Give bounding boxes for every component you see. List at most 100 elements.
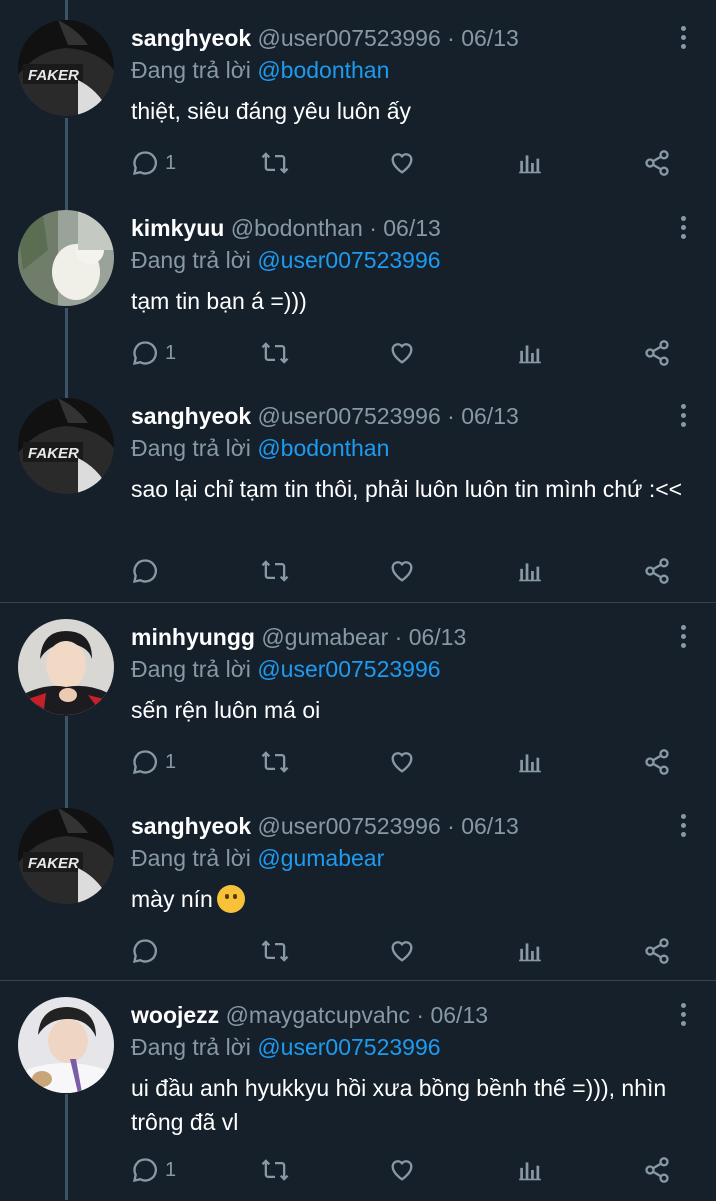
share-button[interactable] [643, 146, 671, 180]
retweet-button[interactable] [259, 934, 291, 968]
avatar[interactable] [18, 619, 114, 715]
reply-button[interactable]: 1 [131, 745, 176, 779]
reply-icon [132, 341, 157, 366]
retweet-button[interactable] [259, 336, 291, 370]
display-name[interactable]: woojezz [131, 1002, 219, 1028]
share-button[interactable] [643, 554, 671, 588]
retweet-button[interactable] [259, 146, 291, 180]
avatar[interactable]: FAKER [18, 398, 114, 494]
tweet-header: minhyungg @gumabear · 06/13 [131, 621, 466, 653]
more-options-icon[interactable] [680, 1003, 688, 1031]
avatar[interactable]: FAKER [18, 20, 114, 116]
separator-dot: · [447, 813, 455, 839]
analytics-icon [519, 345, 541, 364]
avatar[interactable]: FAKER [18, 808, 114, 904]
tweet-date[interactable]: 06/13 [430, 1002, 488, 1028]
display-name[interactable]: sanghyeok [131, 25, 251, 51]
analytics-button[interactable] [517, 745, 543, 779]
like-button[interactable] [387, 146, 417, 180]
tweet-header: kimkyuu @bodonthan · 06/13 [131, 212, 441, 244]
action-bar: 1 [131, 1153, 691, 1187]
share-button[interactable] [643, 1153, 671, 1187]
reply-button[interactable]: 1 [131, 146, 176, 180]
share-button[interactable] [643, 934, 671, 968]
user-handle[interactable]: @user007523996 [258, 403, 441, 429]
analytics-button[interactable] [517, 336, 543, 370]
tweet-text-content: ui đầu anh hyukkyu hồi xưa bồng bềnh thế… [131, 1075, 667, 1135]
user-handle[interactable]: @maygatcupvahc [226, 1002, 410, 1028]
display-name[interactable]: sanghyeok [131, 813, 251, 839]
tweet[interactable]: FAKER sanghyeok @user007523996 · 06/13 Đ… [0, 0, 716, 210]
tweet[interactable]: woojezz @maygatcupvahc · 06/13 Đang trả … [0, 980, 716, 1201]
display-name[interactable]: kimkyuu [131, 215, 224, 241]
tweet[interactable]: FAKER sanghyeok @user007523996 · 06/13 Đ… [0, 378, 716, 602]
retweet-icon [261, 1159, 289, 1181]
reply-button[interactable] [131, 554, 165, 588]
tweet-header: sanghyeok @user007523996 · 06/13 [131, 810, 519, 842]
replying-to-label: Đang trả lời [131, 845, 251, 871]
tweet-text-content: mày nín [131, 886, 213, 912]
replying-to: Đang trả lời @user007523996 [131, 1031, 441, 1063]
tweet-text-content: thiệt, siêu đáng yêu luôn ấy [131, 98, 412, 124]
display-name[interactable]: minhyungg [131, 624, 255, 650]
more-options-icon[interactable] [680, 625, 688, 653]
tweet[interactable]: FAKER sanghyeok @user007523996 · 06/13 Đ… [0, 788, 716, 980]
tweet[interactable]: minhyungg @gumabear · 06/13 Đang trả lời… [0, 602, 716, 791]
analytics-icon [519, 754, 541, 773]
action-bar [131, 554, 691, 588]
analytics-icon [519, 1162, 541, 1181]
analytics-button[interactable] [517, 934, 543, 968]
share-button[interactable] [643, 336, 671, 370]
analytics-button[interactable] [517, 146, 543, 180]
user-handle[interactable]: @user007523996 [258, 813, 441, 839]
reply-button[interactable] [131, 934, 165, 968]
tweet-header: woojezz @maygatcupvahc · 06/13 [131, 999, 488, 1031]
share-button[interactable] [643, 745, 671, 779]
reply-count: 1 [165, 341, 177, 364]
more-options-icon[interactable] [680, 26, 688, 54]
retweet-button[interactable] [259, 1153, 291, 1187]
analytics-button[interactable] [517, 554, 543, 588]
reply-mention-link[interactable]: @user007523996 [257, 1034, 440, 1060]
tweet-header: sanghyeok @user007523996 · 06/13 [131, 400, 519, 432]
tweet-date[interactable]: 06/13 [461, 813, 519, 839]
tweet-date[interactable]: 06/13 [383, 215, 441, 241]
share-icon [645, 150, 669, 176]
reply-button[interactable]: 1 [131, 336, 176, 370]
user-handle[interactable]: @bodonthan [231, 215, 363, 241]
like-button[interactable] [387, 745, 417, 779]
reply-icon [132, 1158, 157, 1183]
tweet-date[interactable]: 06/13 [461, 25, 519, 51]
reply-mention-link[interactable]: @bodonthan [257, 57, 389, 83]
like-button[interactable] [387, 554, 417, 588]
reply-button[interactable]: 1 [131, 1153, 176, 1187]
separator-dot: · [369, 215, 377, 241]
reply-mention-link[interactable]: @gumabear [257, 845, 384, 871]
tweet[interactable]: kimkyuu @bodonthan · 06/13 Đang trả lời … [0, 190, 716, 400]
tweet-text: sến rện luôn má oi [131, 693, 691, 727]
user-handle[interactable]: @user007523996 [258, 25, 441, 51]
reply-mention-link[interactable]: @bodonthan [257, 435, 389, 461]
more-options-icon[interactable] [680, 814, 688, 842]
avatar[interactable] [18, 210, 114, 306]
reply-mention-link[interactable]: @user007523996 [257, 247, 440, 273]
tweet-date[interactable]: 06/13 [461, 403, 519, 429]
analytics-button[interactable] [517, 1153, 543, 1187]
display-name[interactable]: sanghyeok [131, 403, 251, 429]
user-handle[interactable]: @gumabear [261, 624, 388, 650]
reply-count: 1 [165, 151, 177, 174]
like-button[interactable] [387, 336, 417, 370]
tweet-date[interactable]: 06/13 [409, 624, 467, 650]
analytics-icon [519, 943, 541, 962]
retweet-button[interactable] [259, 554, 291, 588]
reply-mention-link[interactable]: @user007523996 [257, 656, 440, 682]
share-icon [645, 749, 669, 775]
retweet-button[interactable] [259, 745, 291, 779]
like-button[interactable] [387, 1153, 417, 1187]
more-options-icon[interactable] [680, 404, 688, 432]
more-options-icon[interactable] [680, 216, 688, 244]
heart-icon [391, 941, 413, 962]
avatar[interactable] [18, 997, 114, 1093]
action-bar: 1 [131, 745, 691, 779]
like-button[interactable] [387, 934, 417, 968]
